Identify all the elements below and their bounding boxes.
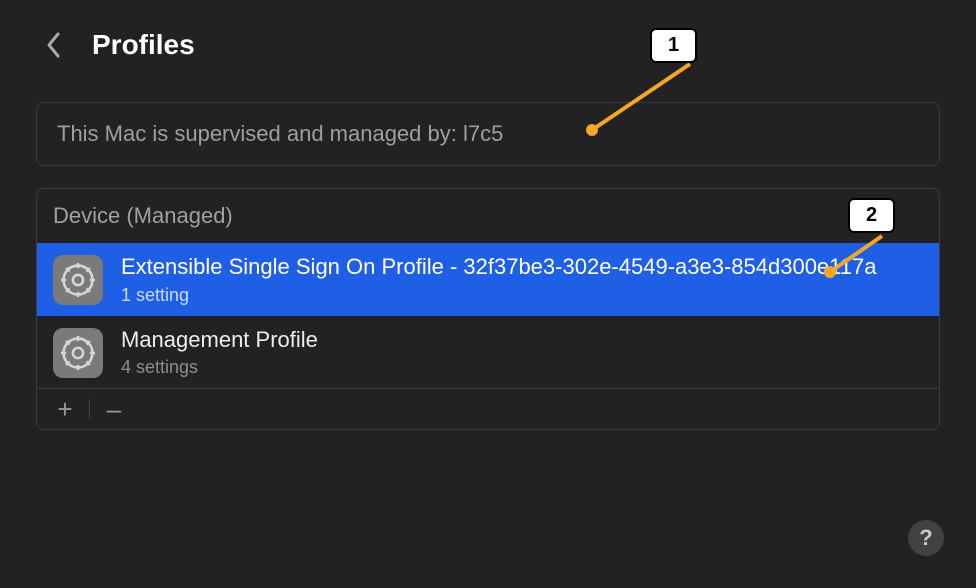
supervision-notice: This Mac is supervised and managed by: l… bbox=[36, 102, 940, 166]
separator bbox=[89, 399, 90, 419]
profile-subtitle: 1 setting bbox=[121, 285, 923, 306]
add-button[interactable]: + bbox=[53, 397, 77, 421]
profile-gear-icon bbox=[53, 255, 103, 305]
back-button[interactable] bbox=[40, 24, 68, 66]
section-header: Device (Managed) bbox=[37, 189, 939, 243]
profile-gear-icon bbox=[53, 328, 103, 378]
supervision-text: This Mac is supervised and managed by: l… bbox=[57, 121, 919, 147]
profiles-footer: + – bbox=[37, 388, 939, 429]
remove-button[interactable]: – bbox=[102, 397, 126, 421]
profile-subtitle: 4 settings bbox=[121, 357, 923, 378]
page-title: Profiles bbox=[92, 29, 195, 61]
profile-title: Extensible Single Sign On Profile - 32f3… bbox=[121, 253, 923, 281]
profile-title: Management Profile bbox=[121, 326, 923, 354]
profiles-box: Device (Managed) Extensible Single Sign … bbox=[36, 188, 940, 430]
profile-row[interactable]: Extensible Single Sign On Profile - 32f3… bbox=[37, 243, 939, 316]
chevron-left-icon bbox=[46, 31, 62, 59]
profile-row[interactable]: Management Profile 4 settings bbox=[37, 316, 939, 389]
help-button[interactable]: ? bbox=[908, 520, 944, 556]
